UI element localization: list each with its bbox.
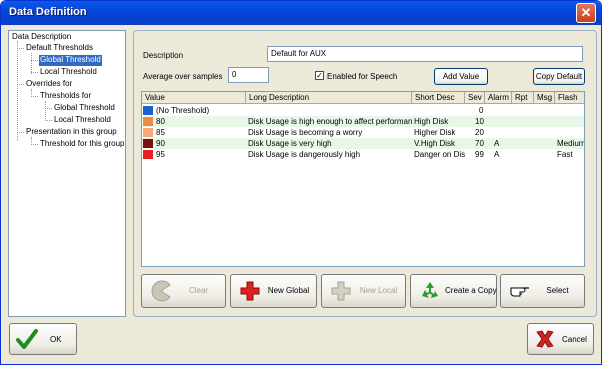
tree-item-thresholds-for[interactable]: Thresholds for: [39, 91, 92, 102]
tree-item-data-description[interactable]: Data Description: [11, 32, 72, 43]
row-short-desc: Higher Disk: [414, 128, 456, 137]
description-input[interactable]: Default for AUX: [267, 46, 583, 62]
column-header-sev[interactable]: Sev: [465, 92, 485, 104]
column-header-flash[interactable]: Flash: [555, 92, 584, 104]
row-long-description: Disk Usage is dangerously high: [248, 150, 361, 159]
checkmark-icon: [16, 329, 38, 349]
column-header-short-desc[interactable]: Short Desc: [412, 92, 465, 104]
tree-item-threshold-for-group[interactable]: Threshold for this group: [39, 139, 126, 150]
row-long-description: Disk Usage is becoming a worry: [248, 128, 363, 137]
column-header-long-description[interactable]: Long Description: [246, 92, 412, 104]
close-icon: ✕: [580, 5, 592, 20]
close-button[interactable]: ✕: [576, 3, 596, 23]
row-alarm: [492, 127, 510, 138]
row-sev: 0: [479, 106, 484, 115]
threshold-color-swatch: [143, 117, 153, 126]
speech-checkbox[interactable]: ✓: [315, 71, 324, 80]
threshold-grid[interactable]: Value Long Description Short Desc Sev Al…: [141, 91, 585, 267]
tree-view[interactable]: Data Description Default Thresholds Glob…: [8, 30, 126, 317]
row-long-description: Disk Usage is high enough to affect perf…: [248, 117, 412, 126]
row-sev: 20: [475, 128, 484, 137]
copy-default-button[interactable]: Copy Default: [533, 68, 585, 85]
table-row[interactable]: 80 Disk Usage is high enough to affect p…: [142, 116, 584, 127]
row-value: (No Threshold): [156, 106, 210, 115]
table-row[interactable]: 95 Disk Usage is dangerously high Danger…: [142, 149, 584, 160]
row-value: 90: [156, 139, 165, 148]
create-copy-button[interactable]: Create a Copy: [410, 274, 497, 308]
row-short-desc: High Disk: [414, 117, 449, 126]
recycle-icon: [422, 282, 438, 298]
row-value: 85: [156, 128, 165, 137]
plus-icon: [331, 281, 351, 301]
row-flash: Fast: [557, 150, 573, 159]
table-row[interactable]: 90 Disk Usage is very high V.High Disk 7…: [142, 138, 584, 149]
threshold-color-swatch: [143, 128, 153, 137]
row-flash: [555, 116, 584, 127]
row-alarm: [492, 105, 510, 116]
data-definition-window: Data Definition ✕ Data Description Defau…: [0, 0, 602, 365]
average-label: Average over samples: [143, 72, 223, 81]
pacman-icon: [151, 280, 171, 302]
plus-icon: [240, 281, 260, 301]
new-local-button[interactable]: New Local: [321, 274, 406, 308]
tree-item-overrides-for[interactable]: Overrides for: [25, 79, 73, 90]
speech-label: Enabled for Speech: [327, 72, 398, 81]
row-short-desc: Danger on Disk: [414, 150, 465, 159]
row-alarm: A: [494, 150, 500, 159]
tree-item-override-global-threshold[interactable]: Global Threshold: [53, 103, 116, 114]
row-value: 80: [156, 117, 165, 126]
cancel-button[interactable]: Cancel: [527, 323, 594, 355]
row-sev: 10: [475, 117, 484, 126]
tree-item-override-local-threshold[interactable]: Local Threshold: [53, 115, 112, 126]
select-button[interactable]: Select: [500, 274, 585, 308]
row-long-description: Disk Usage is very high: [248, 139, 332, 148]
row-sev: 70: [475, 139, 484, 148]
column-header-rpt[interactable]: Rpt: [512, 92, 534, 104]
row-value: 95: [156, 150, 165, 159]
column-header-value[interactable]: Value: [142, 92, 246, 104]
ok-button[interactable]: OK: [9, 323, 77, 355]
description-label: Description: [143, 51, 184, 60]
grid-header: Value Long Description Short Desc Sev Al…: [142, 92, 584, 104]
add-value-button[interactable]: Add Value: [434, 68, 488, 85]
column-header-msg[interactable]: Msg: [534, 92, 555, 104]
row-short-desc: [412, 105, 465, 116]
row-sev: 99: [475, 150, 484, 159]
row-flash: Medium: [557, 139, 585, 148]
tree-item-global-threshold[interactable]: Global Threshold: [39, 55, 102, 66]
row-long-description: [246, 105, 412, 116]
tree-item-local-threshold[interactable]: Local Threshold: [39, 67, 98, 78]
row-alarm: [492, 116, 510, 127]
tree-item-presentation[interactable]: Presentation in this group: [25, 127, 118, 138]
pointing-hand-icon: [510, 287, 529, 297]
column-header-alarm[interactable]: Alarm: [485, 92, 512, 104]
window-title: Data Definition: [9, 6, 87, 18]
new-global-button[interactable]: New Global: [230, 274, 317, 308]
cancel-x-icon: [536, 330, 554, 348]
tree-item-default-thresholds[interactable]: Default Thresholds: [25, 43, 94, 54]
row-alarm: A: [494, 139, 500, 148]
threshold-color-swatch: [143, 150, 153, 159]
row-flash: [555, 105, 584, 116]
threshold-color-swatch: [143, 139, 153, 148]
row-short-desc: V.High Disk: [414, 139, 456, 148]
table-row[interactable]: 85 Disk Usage is becoming a worry Higher…: [142, 127, 584, 138]
average-input[interactable]: 0: [228, 67, 269, 83]
row-flash: [555, 127, 584, 138]
table-row[interactable]: (No Threshold) 0: [142, 105, 584, 116]
title-bar: Data Definition ✕: [1, 1, 601, 25]
threshold-color-swatch: [143, 106, 153, 115]
clear-button[interactable]: Clear: [141, 274, 226, 308]
